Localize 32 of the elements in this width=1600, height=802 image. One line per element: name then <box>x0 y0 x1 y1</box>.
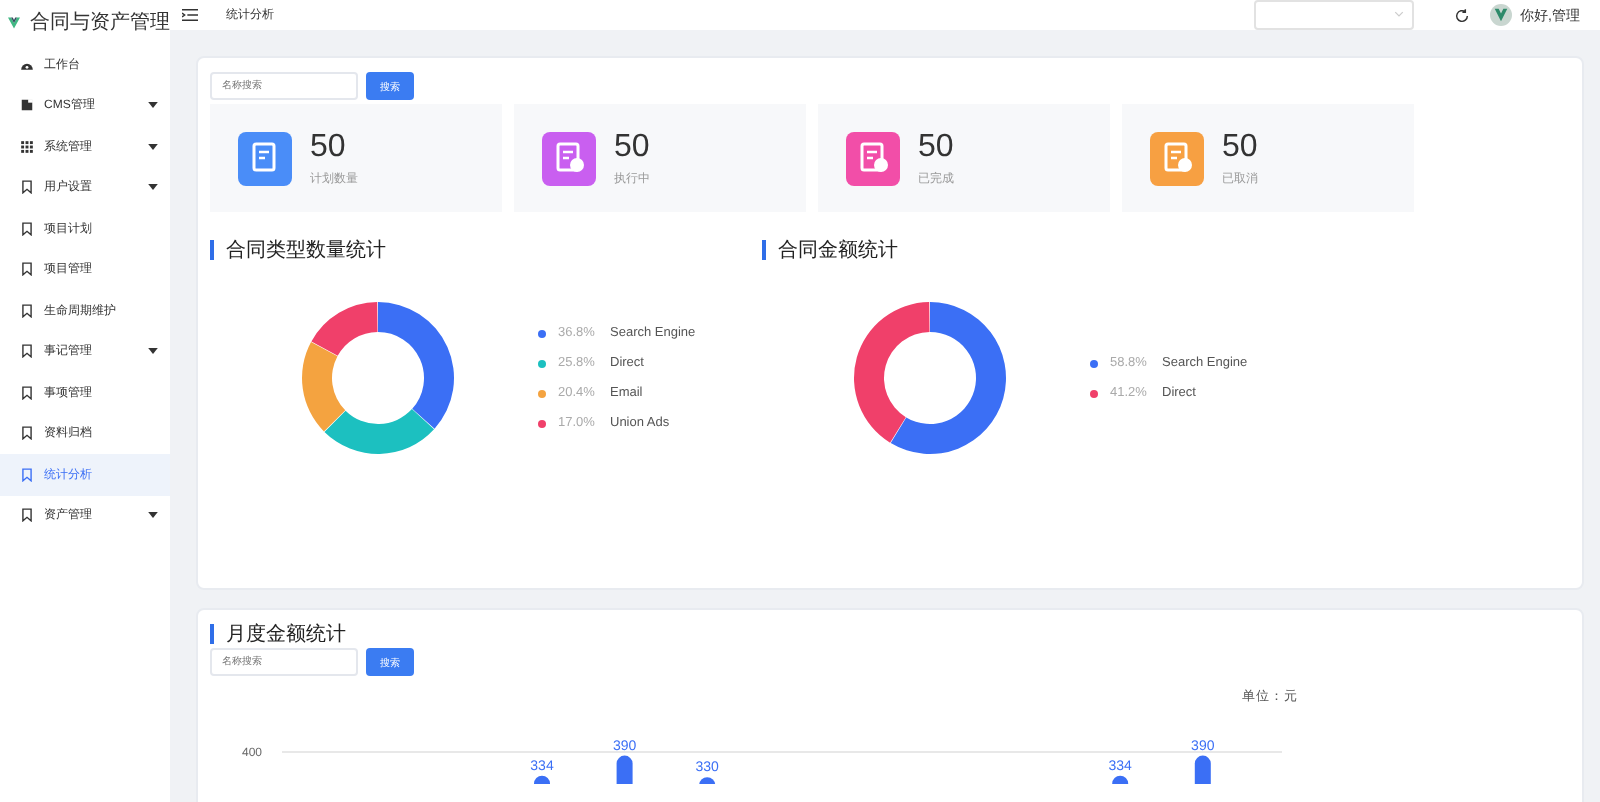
bookmark-icon <box>20 344 34 359</box>
document-icon <box>20 98 34 113</box>
select-field[interactable] <box>1254 0 1415 30</box>
stat-value: 50 <box>918 129 954 165</box>
title-marker <box>210 240 214 260</box>
title-marker <box>762 240 766 260</box>
bar <box>1194 755 1211 784</box>
app-title: 合同与资产管理 <box>30 9 170 36</box>
bookmark-icon <box>20 303 34 318</box>
section-title: 月度金额统计 <box>226 621 346 648</box>
bookmark-icon <box>20 467 34 482</box>
stat-value: 50 <box>614 129 650 165</box>
chevron-icon <box>1394 10 1405 18</box>
bookmark-icon <box>20 508 34 523</box>
grid-icon <box>20 139 34 154</box>
bookmark-icon <box>20 262 34 277</box>
menu-icon[interactable] <box>182 8 198 22</box>
bookmark-icon <box>20 221 34 236</box>
bookmark-icon <box>20 426 34 441</box>
avatar-icon[interactable] <box>1490 4 1513 26</box>
stat-value: 50 <box>1222 129 1258 165</box>
bar <box>699 777 716 784</box>
bookmark-icon <box>20 385 34 400</box>
bookmark-icon <box>20 180 34 195</box>
stat-value: 50 <box>310 129 348 165</box>
section-title: 合同金额统计 <box>778 237 898 264</box>
title-marker <box>210 624 214 644</box>
refresh-icon[interactable] <box>1454 7 1471 23</box>
bar <box>616 755 633 784</box>
bar <box>534 775 550 784</box>
section-title: 合同类型数量统计 <box>226 237 386 264</box>
bar <box>1112 775 1129 784</box>
